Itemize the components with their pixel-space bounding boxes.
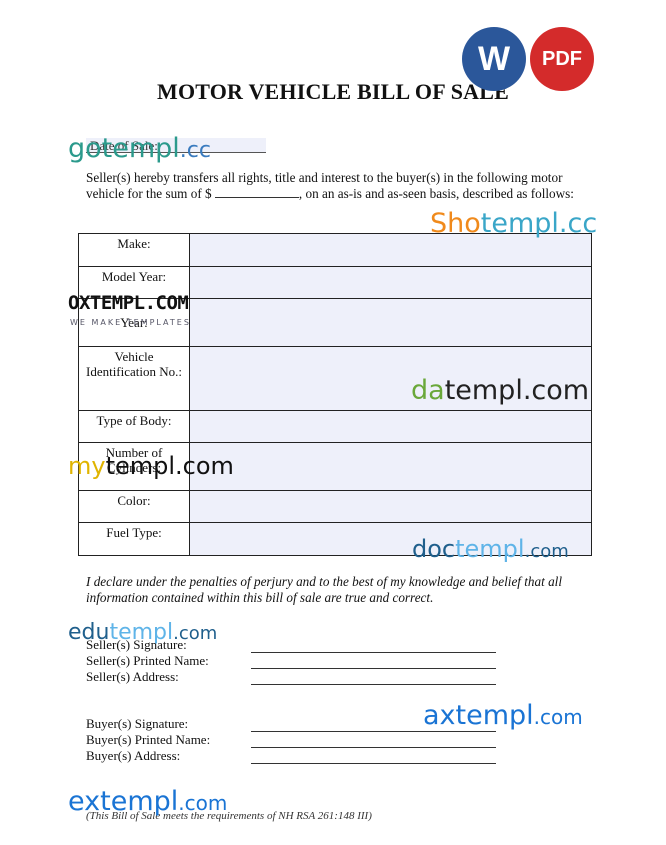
watermark-text: templ — [455, 700, 534, 731]
transfer-paragraph: Seller(s) hereby transfers all rights, t… — [86, 170, 586, 202]
seller-printed-name-label: Seller(s) Printed Name: — [86, 653, 209, 668]
watermark-text: templ — [455, 535, 525, 563]
seller-address-row: Seller(s) Address: — [86, 669, 496, 685]
watermark-edutempl: edutempl.com — [68, 620, 217, 645]
watermark-text: templ — [109, 620, 174, 645]
watermark-oxtempl-tagline: WE MAKE TEMPLATES — [70, 318, 191, 327]
watermark-text: ex — [68, 786, 101, 817]
color-field[interactable] — [189, 490, 592, 523]
perjury-declaration: I declare under the penalties of perjury… — [86, 574, 562, 605]
seller-name-row: Seller(s) Printed Name: — [86, 653, 496, 669]
buyer-address-field[interactable] — [251, 752, 496, 764]
buyer-address-row: Buyer(s) Address: — [86, 748, 496, 764]
watermark-datempl: datempl.com — [411, 375, 589, 406]
watermark-text: templ — [100, 786, 179, 817]
buyer-printed-name-field[interactable] — [251, 736, 496, 748]
body-type-label: Type of Body: — [78, 410, 190, 443]
watermark-axtempl: axtempl.com — [423, 700, 583, 731]
watermark-oxtempl: OXTEMPL.COM — [68, 292, 189, 314]
watermark-text: templ.com — [444, 375, 590, 406]
seller-address-field[interactable] — [251, 673, 496, 685]
watermark-text: .com — [524, 541, 569, 562]
watermark-text: da — [411, 375, 445, 406]
watermark-text: templ.cc — [480, 208, 598, 239]
watermark-doctempl: doctempl.com — [412, 535, 569, 563]
buyer-signature-label: Buyer(s) Signature: — [86, 716, 189, 731]
model-year-field[interactable] — [189, 266, 592, 299]
watermark-shotempl: Shotempl.cc — [430, 208, 597, 239]
color-label: Color: — [78, 490, 190, 523]
watermark-gotempl: gotempl.cc — [68, 133, 211, 164]
seller-printed-name-field[interactable] — [251, 657, 496, 669]
watermark-text: gotempl — [68, 133, 180, 164]
price-blank-field[interactable] — [214, 187, 299, 198]
watermark-text: .cc — [179, 138, 211, 163]
buyer-printed-name-label: Buyer(s) Printed Name: — [86, 732, 211, 747]
watermark-text: .com — [173, 623, 218, 644]
vin-label: Vehicle Identification No.: — [78, 346, 190, 411]
seller-signature-field[interactable] — [251, 641, 496, 653]
table-row: Color: — [78, 490, 592, 523]
body-type-field[interactable] — [189, 410, 592, 443]
buyer-name-row: Buyer(s) Printed Name: — [86, 732, 496, 748]
watermark-text: doc — [412, 535, 456, 563]
fuel-type-label: Fuel Type: — [78, 522, 190, 556]
table-row: Type of Body: — [78, 410, 592, 443]
watermark-text: .com — [533, 705, 583, 729]
watermark-text: .com — [178, 791, 228, 815]
word-icon[interactable]: W — [462, 27, 526, 91]
seller-address-label: Seller(s) Address: — [86, 669, 179, 684]
paragraph-part2: , on an as-is and as-seen basis, describ… — [298, 186, 574, 201]
cylinders-field[interactable] — [189, 442, 592, 491]
watermark-text: edu — [68, 620, 110, 645]
manufacture-year-field[interactable] — [189, 298, 592, 347]
watermark-extempl: extempl.com — [68, 786, 227, 817]
buyer-address-label: Buyer(s) Address: — [86, 748, 181, 763]
watermark-text: templ.com — [105, 452, 234, 480]
watermark-text: ax — [423, 700, 456, 731]
make-label: Make: — [78, 233, 190, 267]
watermark-text: Sho — [430, 208, 481, 239]
pdf-icon[interactable]: PDF — [530, 27, 594, 91]
watermark-mytempl: mytempl.com — [68, 452, 234, 480]
watermark-text: my — [68, 452, 106, 480]
